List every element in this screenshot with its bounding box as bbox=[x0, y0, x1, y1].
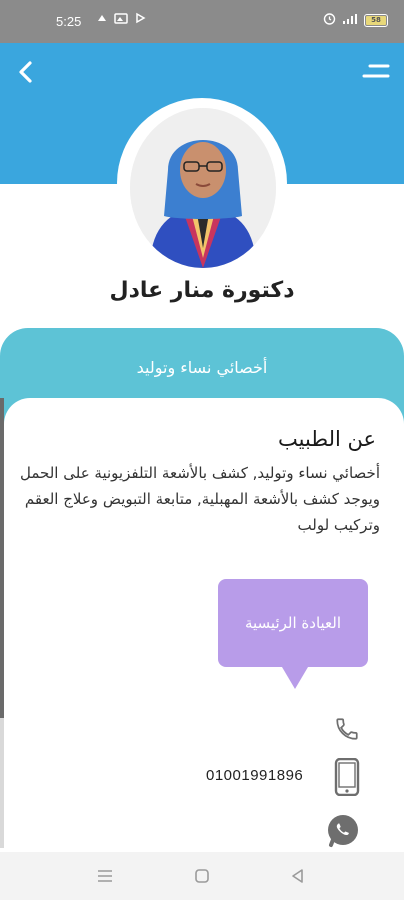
status-right-icons: 58 bbox=[323, 12, 388, 28]
menu-icon bbox=[362, 64, 390, 78]
phone-icon[interactable] bbox=[334, 716, 360, 742]
doctor-name: دكتورة منار عادل bbox=[109, 278, 295, 303]
phone-number[interactable]: 01001991896 bbox=[206, 767, 303, 784]
scrollbar-thumb[interactable] bbox=[0, 398, 4, 718]
status-time: 5:25 bbox=[56, 14, 82, 29]
about-text: أخصائي نساء وتوليد, كشف بالأشعة التلفزيو… bbox=[20, 464, 380, 534]
gallery-icon bbox=[114, 12, 128, 27]
home-icon[interactable] bbox=[194, 868, 210, 888]
battery-icon: 58 bbox=[364, 13, 388, 27]
clinic-button[interactable]: العيادة الرئيسية bbox=[218, 579, 368, 689]
back-button[interactable] bbox=[12, 58, 40, 86]
status-left-icons bbox=[96, 12, 146, 27]
status-bar: 5:25 58 bbox=[0, 0, 404, 43]
mobile-icon[interactable] bbox=[334, 757, 360, 797]
back-triangle-icon[interactable] bbox=[290, 868, 306, 888]
play-icon bbox=[134, 12, 146, 27]
clinic-label: العيادة الرئيسية bbox=[244, 614, 342, 632]
doctor-avatar bbox=[130, 108, 276, 268]
menu-button[interactable] bbox=[362, 62, 390, 82]
alarm-icon bbox=[323, 12, 336, 28]
chevron-left-icon bbox=[19, 61, 32, 83]
system-nav-bar bbox=[0, 852, 404, 900]
about-title: عن الطبيب bbox=[278, 427, 376, 451]
specialty-label: أخصائي نساء وتوليد bbox=[136, 358, 268, 377]
signal-icon bbox=[342, 13, 358, 28]
notification-icon bbox=[96, 12, 108, 27]
whatsapp-icon[interactable] bbox=[325, 813, 361, 849]
recent-apps-icon[interactable] bbox=[96, 868, 114, 888]
